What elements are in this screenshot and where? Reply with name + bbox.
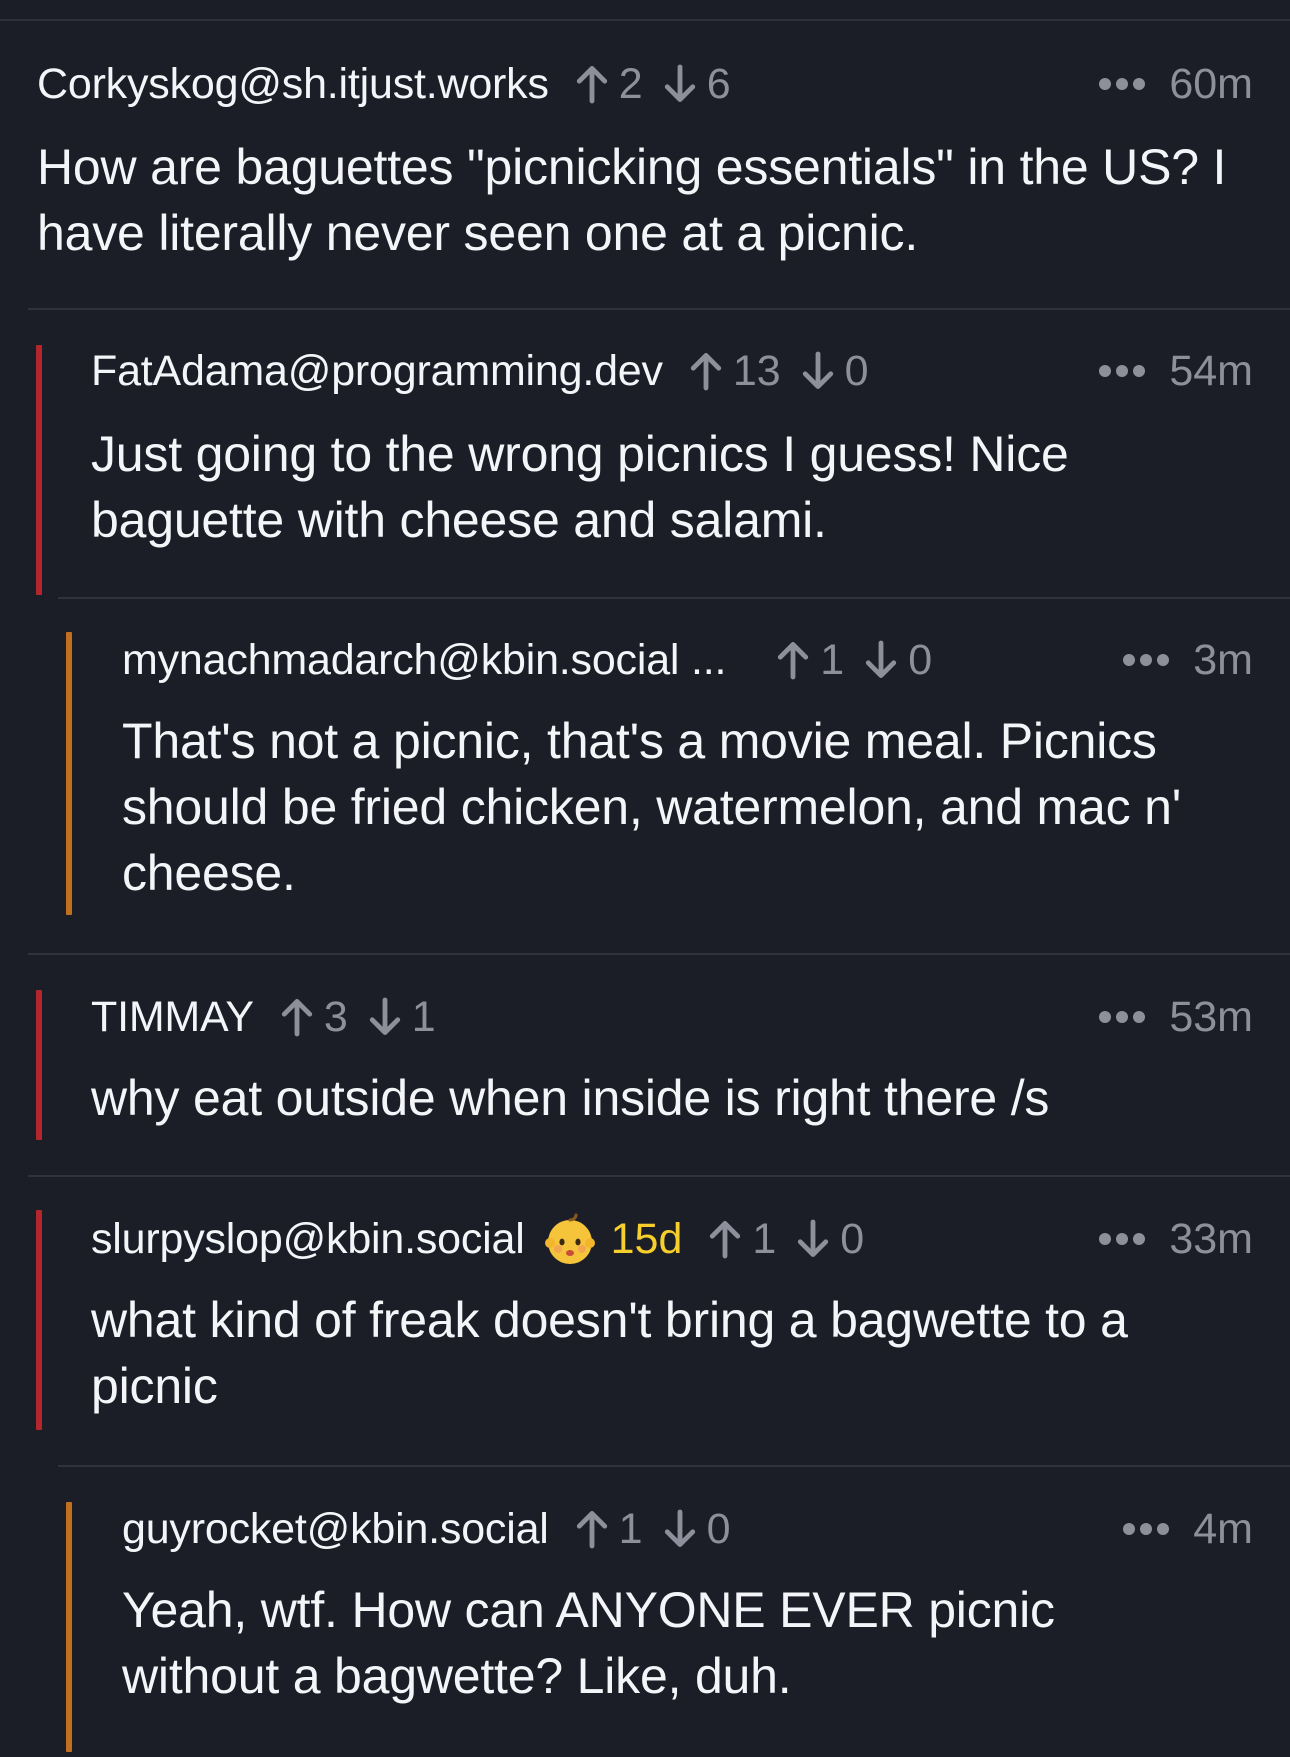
comment-time: 53m bbox=[1169, 993, 1253, 1041]
downvote-button[interactable]: 0 bbox=[796, 1209, 864, 1269]
arrow-up-icon bbox=[690, 353, 721, 391]
comment-text: what kind of freak doesn't bring a bagwe… bbox=[91, 1292, 1128, 1414]
upvote-button[interactable]: 1 bbox=[575, 1499, 643, 1559]
more-options-icon[interactable] bbox=[1099, 78, 1146, 90]
downvote-count: 6 bbox=[706, 60, 731, 108]
more-options-icon[interactable] bbox=[1099, 1233, 1146, 1245]
downvote-count: 0 bbox=[840, 1215, 865, 1263]
comment-time: 60m bbox=[1169, 60, 1253, 108]
author-link[interactable]: slurpyslop@kbin.social bbox=[91, 1209, 525, 1269]
comment: FatAdama@programming.dev 13 0 54m Just g… bbox=[28, 308, 1290, 597]
comment-text: That's not a picnic, that's a movie meal… bbox=[122, 713, 1182, 901]
author-link[interactable]: FatAdama@programming.dev bbox=[91, 341, 663, 401]
downvote-count: 0 bbox=[706, 1505, 731, 1553]
comment-time: 33m bbox=[1169, 1215, 1253, 1263]
thread-bar bbox=[66, 632, 72, 915]
comment-header: mynachmadarch@kbin.social ... 1 0 3m bbox=[122, 630, 1290, 690]
upvote-count: 1 bbox=[618, 1505, 643, 1553]
more-options-icon[interactable] bbox=[1123, 1523, 1170, 1535]
comment-header: Corkyskog@sh.itjust.works 2 6 60m bbox=[37, 54, 1290, 114]
comment: slurpyslop@kbin.social 15d 1 0 33m what … bbox=[28, 1175, 1290, 1465]
comment: guyrocket@kbin.social 1 0 4m Yeah, wtf. … bbox=[58, 1465, 1290, 1757]
upvote-button[interactable]: 1 bbox=[776, 630, 844, 690]
upvote-count: 2 bbox=[618, 60, 643, 108]
author-link[interactable]: mynachmadarch@kbin.social ... bbox=[122, 630, 726, 690]
more-options-icon[interactable] bbox=[1099, 365, 1146, 377]
thread-bar bbox=[36, 1210, 42, 1430]
thread-bar bbox=[36, 990, 42, 1140]
author-link[interactable]: Corkyskog@sh.itjust.works bbox=[37, 54, 549, 114]
comment-text: How are baguettes "picnicking essentials… bbox=[37, 139, 1227, 261]
thread-bar bbox=[36, 345, 42, 595]
baby-face-icon bbox=[544, 1213, 595, 1264]
comment-header: slurpyslop@kbin.social 15d 1 0 33m bbox=[91, 1209, 1290, 1269]
downvote-button[interactable]: 1 bbox=[368, 987, 436, 1047]
comment-header: FatAdama@programming.dev 13 0 54m bbox=[91, 341, 1290, 401]
comment-header: TIMMAY 3 1 53m bbox=[91, 987, 1290, 1047]
comment-text: Yeah, wtf. How can ANYONE EVER picnic wi… bbox=[122, 1582, 1055, 1704]
more-options-icon[interactable] bbox=[1099, 1011, 1146, 1023]
upvote-button[interactable]: 13 bbox=[689, 341, 781, 401]
downvote-button[interactable]: 0 bbox=[801, 341, 869, 401]
comment-text: why eat outside when inside is right the… bbox=[91, 1070, 1050, 1126]
arrow-up-icon bbox=[576, 1511, 607, 1549]
downvote-count: 1 bbox=[411, 993, 436, 1041]
arrow-down-icon bbox=[369, 997, 400, 1035]
arrow-up-icon bbox=[710, 1221, 741, 1259]
upvote-count: 3 bbox=[323, 993, 348, 1041]
arrow-down-icon bbox=[866, 640, 897, 678]
downvote-button[interactable]: 6 bbox=[663, 54, 731, 114]
comment: Corkyskog@sh.itjust.works 2 6 60m How ar… bbox=[0, 21, 1290, 308]
upvote-count: 1 bbox=[820, 636, 845, 684]
comment-time: 3m bbox=[1193, 636, 1253, 684]
more-options-icon[interactable] bbox=[1123, 654, 1170, 666]
arrow-down-icon bbox=[664, 64, 695, 102]
author-link[interactable]: guyrocket@kbin.social bbox=[122, 1499, 549, 1559]
comment-time: 4m bbox=[1193, 1505, 1253, 1553]
upvote-count: 1 bbox=[752, 1215, 777, 1263]
downvote-button[interactable]: 0 bbox=[663, 1499, 731, 1559]
arrow-up-icon bbox=[778, 642, 809, 680]
downvote-count: 0 bbox=[844, 347, 869, 395]
comment: TIMMAY 3 1 53m why eat outside when insi… bbox=[28, 953, 1290, 1175]
upvote-count: 13 bbox=[732, 347, 781, 395]
comment-time: 54m bbox=[1169, 347, 1253, 395]
arrow-down-icon bbox=[798, 1219, 829, 1257]
comment-text: Just going to the wrong picnics I guess!… bbox=[91, 426, 1069, 548]
arrow-up-icon bbox=[576, 66, 607, 104]
comment: mynachmadarch@kbin.social ... 1 0 3m Tha… bbox=[58, 597, 1290, 953]
upvote-button[interactable]: 3 bbox=[280, 987, 348, 1047]
arrow-down-icon bbox=[802, 351, 833, 389]
arrow-down-icon bbox=[664, 1509, 695, 1547]
account-age-badge: 15d bbox=[610, 1215, 683, 1263]
upvote-button[interactable]: 1 bbox=[708, 1209, 776, 1269]
arrow-up-icon bbox=[281, 999, 312, 1037]
downvote-button[interactable]: 0 bbox=[864, 630, 932, 690]
downvote-count: 0 bbox=[908, 636, 933, 684]
comment-header: guyrocket@kbin.social 1 0 4m bbox=[122, 1499, 1290, 1559]
author-link[interactable]: TIMMAY bbox=[91, 987, 254, 1047]
upvote-button[interactable]: 2 bbox=[575, 54, 643, 114]
thread-bar bbox=[66, 1502, 72, 1752]
